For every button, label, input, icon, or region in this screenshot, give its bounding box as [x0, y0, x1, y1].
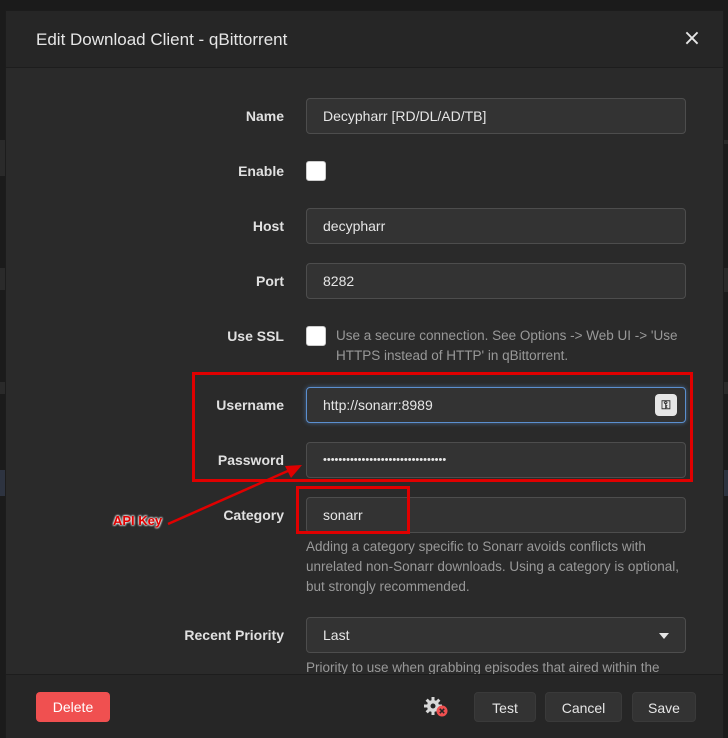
chevron-down-icon — [659, 633, 669, 639]
recent-priority-label: Recent Priority — [184, 627, 284, 643]
cancel-button[interactable]: Cancel — [545, 692, 622, 722]
use-ssl-help: Use a secure connection. See Options -> … — [336, 328, 678, 363]
host-input[interactable]: decypharr — [306, 208, 686, 244]
recent-priority-select[interactable]: Last — [306, 617, 686, 653]
enable-label: Enable — [238, 163, 284, 179]
test-button[interactable]: Test — [474, 692, 536, 722]
port-label: Port — [256, 273, 284, 289]
port-input[interactable]: 8282 — [306, 263, 686, 299]
save-button[interactable]: Save — [632, 692, 696, 722]
annotation-credentials-box — [192, 372, 693, 482]
recent-priority-value: Last — [323, 627, 350, 643]
name-label: Name — [245, 108, 284, 124]
name-input[interactable]: Decypharr [RD/DL/AD/TB] — [306, 98, 686, 134]
use-ssl-label: Use SSL — [227, 328, 284, 344]
use-ssl-checkbox[interactable] — [306, 326, 326, 346]
delete-button[interactable]: Delete — [36, 692, 110, 722]
recent-priority-help: Priority to use when grabbing episodes t… — [306, 660, 660, 674]
dialog-footer: Delete Test Cancel Save — [6, 674, 723, 738]
enable-checkbox[interactable] — [306, 161, 326, 181]
dialog-header: Edit Download Client - qBittorrent × — [6, 11, 723, 68]
category-label: Category — [223, 507, 284, 523]
dialog-title: Edit Download Client - qBittorrent — [36, 30, 288, 49]
annotation-api-key-label: API Key — [113, 513, 163, 528]
annotation-category-box — [296, 486, 410, 534]
host-label: Host — [252, 218, 284, 234]
close-icon[interactable]: × — [681, 27, 703, 51]
advanced-settings-gear-icon[interactable] — [422, 695, 450, 719]
category-help: Adding a category specific to Sonarr avo… — [306, 539, 679, 594]
